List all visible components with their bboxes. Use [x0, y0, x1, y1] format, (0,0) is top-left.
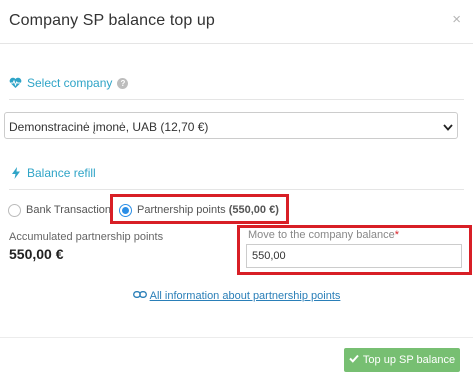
- info-link[interactable]: All information about partnership points: [0, 290, 473, 302]
- radio-button-checked[interactable]: [119, 203, 132, 217]
- select-company-heading: Select company ?: [9, 76, 129, 90]
- heartbeat-icon: [9, 77, 22, 90]
- partnership-amount: (550,00 €): [228, 204, 279, 216]
- top-up-button-label: Top up SP balance: [362, 354, 456, 366]
- radio-button[interactable]: [8, 203, 21, 217]
- help-icon[interactable]: ?: [117, 77, 129, 89]
- bolt-icon: [9, 167, 22, 180]
- footer-divider: [0, 337, 473, 338]
- move-amount-input[interactable]: [246, 244, 462, 268]
- check-icon: [349, 354, 359, 366]
- select-company-label: Select company: [27, 76, 113, 90]
- link-icon: [132, 290, 147, 302]
- modal: Company SP balance top up × Select compa…: [0, 0, 473, 380]
- company-select-value: Demonstracinė įmonė, UAB (12,70 €): [9, 120, 209, 134]
- radio-label: Partnership points (550,00 €): [137, 204, 279, 216]
- radio-partnership-points[interactable]: Partnership points (550,00 €): [119, 200, 279, 220]
- divider: [9, 99, 464, 100]
- modal-header: Company SP balance top up ×: [0, 0, 473, 44]
- accumulated-value: 550,00 €: [9, 246, 64, 262]
- close-icon[interactable]: ×: [452, 12, 461, 27]
- chevron-down-icon: [443, 121, 453, 131]
- top-up-button[interactable]: Top up SP balance: [344, 348, 460, 372]
- accumulated-label: Accumulated partnership points: [9, 231, 164, 243]
- radio-bank-transaction[interactable]: Bank Transaction: [8, 200, 111, 220]
- radio-label-text: Partnership points: [137, 204, 226, 216]
- radio-label: Bank Transaction: [26, 204, 111, 216]
- balance-refill-label: Balance refill: [27, 166, 96, 180]
- move-label-text: Move to the company balance: [248, 229, 395, 241]
- info-link-text[interactable]: All information about partnership points: [150, 290, 341, 302]
- company-select[interactable]: Demonstracinė įmonė, UAB (12,70 €): [4, 112, 458, 139]
- move-label: Move to the company balance*: [248, 229, 399, 241]
- divider: [9, 189, 464, 190]
- balance-refill-heading: Balance refill: [9, 166, 96, 180]
- required-mark: *: [394, 229, 400, 241]
- modal-title: Company SP balance top up: [9, 12, 215, 29]
